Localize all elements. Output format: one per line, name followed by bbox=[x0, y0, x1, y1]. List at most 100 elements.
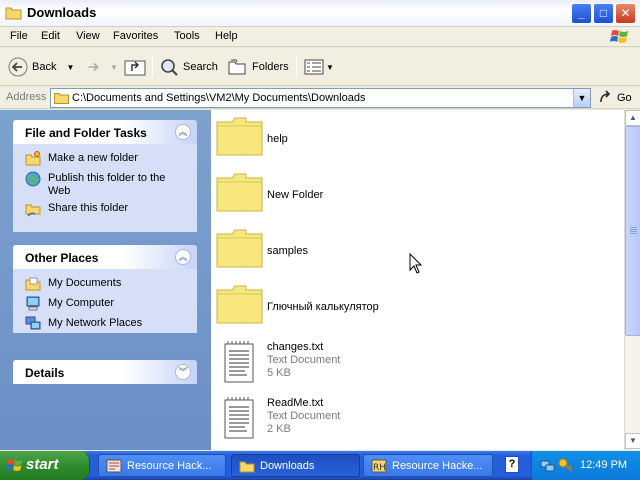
back-button[interactable]: Back ▼ bbox=[8, 56, 74, 78]
address-label: Address bbox=[6, 91, 47, 103]
task-make-folder[interactable]: Make a new folder bbox=[13, 150, 197, 170]
taskbar: start Resource Hack... Downloads RH Reso… bbox=[0, 451, 640, 480]
menu-favorites[interactable]: Favorites bbox=[113, 30, 158, 42]
text-document-icon bbox=[224, 397, 254, 439]
task-label: Share this folder bbox=[48, 202, 129, 214]
place-label: My Computer bbox=[48, 297, 115, 309]
window-title: Downloads bbox=[27, 5, 97, 20]
maximize-button[interactable]: □ bbox=[593, 3, 614, 24]
collapse-chevron-icon[interactable]: ︽ bbox=[175, 124, 191, 140]
network-places-icon bbox=[25, 316, 41, 330]
place-label: My Documents bbox=[48, 277, 122, 289]
task-share-folder[interactable]: Share this folder bbox=[13, 200, 197, 220]
menu-bar: File Edit View Favorites Tools Help bbox=[0, 27, 640, 47]
file-list: help New Folder samples Глючный калькуля… bbox=[211, 110, 624, 450]
taskbar-button-label: Downloads bbox=[260, 459, 315, 472]
place-my-computer[interactable]: My Computer bbox=[13, 295, 197, 315]
folder-icon bbox=[216, 285, 263, 324]
item-name: help bbox=[267, 133, 288, 145]
address-dropdown-button[interactable]: ▼ bbox=[573, 89, 590, 107]
mouse-cursor-icon bbox=[409, 253, 423, 274]
svg-text:RH: RH bbox=[373, 463, 386, 473]
taskbar-button-downloads[interactable]: Downloads bbox=[231, 454, 360, 477]
forward-button[interactable]: ▼ bbox=[84, 56, 118, 78]
panel-header[interactable]: Details ︾ bbox=[13, 360, 197, 384]
taskbar-button-label: Resource Hacke... bbox=[392, 459, 483, 472]
globe-icon bbox=[25, 171, 41, 187]
task-publish-folder[interactable]: Publish this folder to the Web bbox=[13, 170, 197, 200]
scrollbar-thumb[interactable] bbox=[625, 126, 640, 336]
views-icon bbox=[304, 59, 324, 75]
item-name: samples bbox=[267, 245, 308, 257]
taskbar-button-resource-hacker-2[interactable]: RH Resource Hacke... bbox=[363, 454, 493, 477]
search-label: Search bbox=[183, 61, 218, 73]
folders-icon bbox=[228, 59, 246, 75]
panel-title: Details bbox=[25, 366, 65, 380]
folders-button[interactable]: Folders bbox=[228, 56, 289, 78]
forward-dropdown-icon: ▼ bbox=[110, 62, 118, 72]
folder-item[interactable]: help bbox=[211, 113, 611, 163]
back-label: Back bbox=[32, 61, 57, 73]
place-my-documents[interactable]: My Documents bbox=[13, 275, 197, 295]
place-my-network-places[interactable]: My Network Places bbox=[13, 315, 197, 333]
scroll-up-arrow-icon[interactable]: ▲ bbox=[625, 110, 640, 126]
menu-file[interactable]: File bbox=[10, 30, 28, 42]
share-folder-icon bbox=[25, 204, 41, 217]
my-documents-icon bbox=[25, 277, 41, 291]
menu-tools[interactable]: Tools bbox=[174, 30, 200, 42]
vertical-scrollbar[interactable]: ▲ ▼ bbox=[624, 110, 640, 450]
file-item[interactable]: changes.txt Text Document 5 KB bbox=[211, 338, 611, 388]
back-dropdown-icon[interactable]: ▼ bbox=[66, 63, 74, 72]
forward-arrow-icon bbox=[88, 62, 99, 72]
menu-help[interactable]: Help bbox=[215, 30, 238, 42]
expand-chevron-icon[interactable]: ︾ bbox=[175, 364, 191, 380]
collapse-chevron-icon[interactable]: ︽ bbox=[175, 249, 191, 265]
item-size: 5 KB bbox=[267, 367, 291, 379]
tasks-pane: File and Folder Tasks ︽ Make a new folde… bbox=[0, 110, 211, 450]
folders-label: Folders bbox=[252, 61, 289, 73]
system-tray: 12:49 PM bbox=[531, 451, 640, 480]
panel-header[interactable]: File and Folder Tasks ︽ bbox=[13, 120, 197, 144]
windows-logo-icon bbox=[610, 30, 628, 43]
clock: 12:49 PM bbox=[580, 459, 628, 471]
taskbar-button-resource-hacker-1[interactable]: Resource Hack... bbox=[98, 454, 226, 477]
new-folder-icon bbox=[25, 151, 41, 166]
network-tray-icon[interactable] bbox=[540, 457, 556, 473]
folder-icon bbox=[5, 7, 22, 20]
item-name: New Folder bbox=[267, 189, 324, 201]
file-item[interactable]: ReadMe.txt Text Document 2 KB bbox=[211, 394, 611, 444]
scroll-down-arrow-icon[interactable]: ▼ bbox=[625, 433, 640, 449]
item-type: Text Document bbox=[267, 410, 341, 422]
toolbar: Back ▼ ▼ Search Folders ▼ bbox=[0, 48, 640, 86]
folder-icon bbox=[216, 117, 263, 156]
start-button[interactable]: start bbox=[0, 451, 90, 480]
panel-title: Other Places bbox=[25, 251, 99, 265]
help-icon[interactable]: ? bbox=[505, 456, 519, 473]
folder-icon bbox=[239, 461, 255, 472]
address-field[interactable]: C:\Documents and Settings\VM2\My Documen… bbox=[50, 88, 591, 108]
menu-edit[interactable]: Edit bbox=[41, 30, 60, 42]
folder-item[interactable]: New Folder bbox=[211, 169, 611, 219]
folder-item[interactable]: Глючный калькулятор bbox=[211, 281, 611, 331]
key-tray-icon[interactable] bbox=[558, 457, 574, 473]
menu-view[interactable]: View bbox=[76, 30, 100, 42]
go-arrow-icon bbox=[600, 90, 611, 103]
panel-header[interactable]: Other Places ︽ bbox=[13, 245, 197, 269]
up-folder-button[interactable] bbox=[124, 56, 146, 78]
file-folder-tasks-panel: File and Folder Tasks ︽ Make a new folde… bbox=[13, 120, 197, 232]
back-arrow-icon bbox=[8, 57, 28, 77]
go-button[interactable]: Go bbox=[598, 90, 632, 106]
text-document-icon bbox=[224, 341, 254, 383]
address-path: C:\Documents and Settings\VM2\My Documen… bbox=[72, 92, 366, 104]
task-label: Publish this folder to the Web bbox=[48, 172, 166, 197]
views-dropdown-icon: ▼ bbox=[326, 62, 334, 72]
address-bar: Address C:\Documents and Settings\VM2\My… bbox=[0, 87, 640, 109]
search-button[interactable]: Search bbox=[159, 56, 218, 78]
minimize-button[interactable]: _ bbox=[571, 3, 592, 24]
views-button[interactable]: ▼ bbox=[304, 56, 334, 78]
close-button[interactable]: ✕ bbox=[615, 3, 636, 24]
folder-icon bbox=[54, 93, 69, 104]
item-type: Text Document bbox=[267, 354, 341, 366]
go-label: Go bbox=[617, 92, 632, 104]
other-places-panel: Other Places ︽ My Documents My Computer bbox=[13, 245, 197, 333]
